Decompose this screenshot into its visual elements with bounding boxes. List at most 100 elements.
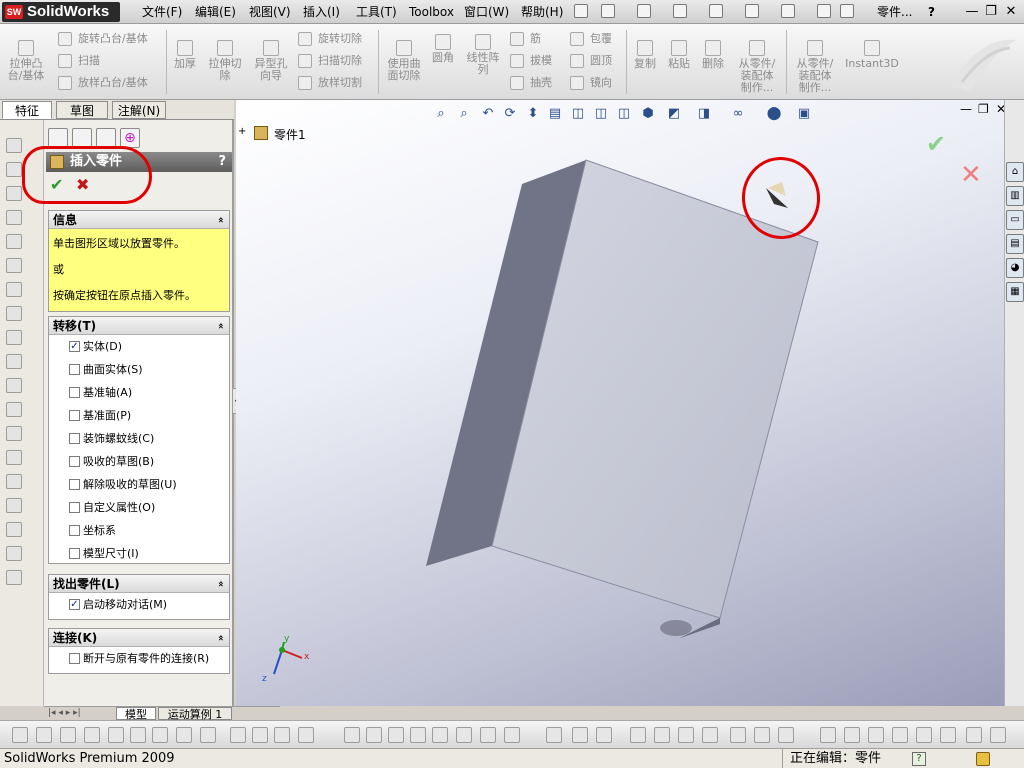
checkbox[interactable] bbox=[69, 548, 80, 559]
hidden-lines-icon[interactable] bbox=[940, 727, 956, 743]
link-group-header[interactable]: 连接(K) « bbox=[49, 629, 229, 647]
wrap-button[interactable]: 包覆 bbox=[570, 32, 612, 46]
wireframe-icon[interactable] bbox=[916, 727, 932, 743]
transfer-surface-checkbox[interactable]: 曲面实体(S) bbox=[49, 358, 229, 381]
restore-button[interactable]: ❐ bbox=[982, 3, 1000, 20]
collapse-icon[interactable]: « bbox=[211, 217, 229, 223]
transfer-coord-system-checkbox[interactable]: 坐标系 bbox=[49, 519, 229, 542]
transfer-model-dims-checkbox[interactable]: 模型尺寸(I) bbox=[49, 542, 229, 565]
helix-icon[interactable] bbox=[6, 570, 22, 585]
options-icon[interactable] bbox=[840, 4, 854, 18]
show-icon[interactable] bbox=[844, 727, 860, 743]
shadow-icon[interactable] bbox=[990, 727, 1006, 743]
surface-finish-icon[interactable] bbox=[84, 727, 100, 743]
checkbox[interactable] bbox=[69, 433, 80, 444]
vertical-dim-icon[interactable] bbox=[388, 727, 404, 743]
close-button[interactable]: ✕ bbox=[1002, 3, 1020, 20]
draft-icon[interactable] bbox=[6, 354, 22, 369]
rebuild-icon[interactable] bbox=[817, 4, 831, 18]
geometry-analysis-icon[interactable] bbox=[702, 727, 718, 743]
tab-sketch[interactable]: 草图 bbox=[56, 101, 108, 119]
instant3d-button[interactable]: Instant3D bbox=[844, 40, 900, 70]
mirror-button[interactable]: 镜向 bbox=[570, 76, 612, 90]
minimize-button[interactable]: — bbox=[963, 3, 981, 20]
hole-wizard-button[interactable]: 异型孔 向导 bbox=[250, 40, 292, 82]
weld-symbol-icon[interactable] bbox=[200, 727, 216, 743]
horizontal-dim-icon[interactable] bbox=[366, 727, 382, 743]
checkbox[interactable] bbox=[69, 387, 80, 398]
property-manager-tab-icon[interactable] bbox=[72, 128, 92, 148]
dimxpert-tab-icon[interactable]: ⊕ bbox=[120, 128, 140, 148]
balloon-icon[interactable] bbox=[60, 727, 76, 743]
loft-cut-button[interactable]: 放样切割 bbox=[298, 76, 362, 90]
save-icon[interactable] bbox=[673, 4, 687, 18]
spell-check-icon[interactable] bbox=[12, 727, 28, 743]
section-properties-icon[interactable] bbox=[596, 727, 612, 743]
fix-icon[interactable] bbox=[480, 727, 496, 743]
undercut-icon[interactable] bbox=[754, 727, 770, 743]
pattern-icon[interactable] bbox=[6, 450, 22, 465]
layer-icon[interactable] bbox=[298, 727, 314, 743]
shell-icon[interactable] bbox=[6, 330, 22, 345]
transfer-absorbed-sketch-checkbox[interactable]: 吸收的草图(B) bbox=[49, 450, 229, 473]
checkbox[interactable] bbox=[69, 502, 80, 513]
menu-window[interactable]: 窗口(W) bbox=[464, 4, 509, 20]
mass-properties-icon[interactable] bbox=[572, 727, 588, 743]
start-move-dialog-checkbox[interactable]: ✓ 启动移动对话(M) bbox=[49, 593, 229, 616]
appearances-icon[interactable]: ◕ bbox=[1006, 258, 1024, 278]
linear-pattern-button[interactable]: 线性阵 列 bbox=[462, 34, 504, 76]
wrap-icon[interactable] bbox=[6, 474, 22, 489]
sweep-icon[interactable] bbox=[6, 186, 22, 201]
sweep-button[interactable]: 扫描 bbox=[58, 54, 100, 68]
checkbox-checked[interactable]: ✓ bbox=[69, 341, 80, 352]
cosmetic-thread-icon[interactable] bbox=[176, 727, 192, 743]
relations-icon[interactable] bbox=[504, 727, 520, 743]
rib-button[interactable]: 筋 bbox=[510, 32, 541, 46]
chamfer-icon[interactable] bbox=[6, 282, 22, 297]
revolve-icon[interactable] bbox=[6, 162, 22, 177]
rebuild-status-icon[interactable] bbox=[976, 752, 990, 766]
transfer-plane-checkbox[interactable]: 基准面(P) bbox=[49, 404, 229, 427]
extrude-cut-button[interactable]: 拉伸切 除 bbox=[205, 40, 245, 82]
revolve-cut-button[interactable]: 旋转切除 bbox=[298, 32, 362, 46]
extrude-icon[interactable] bbox=[6, 138, 22, 153]
pm-help-button[interactable]: ? bbox=[218, 152, 226, 172]
tab-model[interactable]: 模型 bbox=[116, 707, 156, 721]
graphics-area[interactable]: + 零件1 ⌕ ⌕ ↶ ⟳ ⬍ ▤ ◫ ◫ ◫ ⬢ ◩ ◨ ∞ ⬤ ▣ — ❐ … bbox=[236, 100, 1006, 706]
menu-file[interactable]: 文件(F) bbox=[142, 4, 182, 20]
custom-properties-icon[interactable]: ▦ bbox=[1006, 282, 1024, 302]
design-library-icon[interactable]: ▥ bbox=[1006, 186, 1024, 206]
sum-icon[interactable] bbox=[152, 727, 168, 743]
collapse-icon[interactable]: « bbox=[211, 323, 229, 329]
ordinate-dim-icon[interactable] bbox=[410, 727, 426, 743]
checkbox-checked[interactable]: ✓ bbox=[69, 599, 80, 610]
checkbox[interactable] bbox=[69, 479, 80, 490]
view-palette-icon[interactable]: ▤ bbox=[1006, 234, 1024, 254]
checkbox[interactable] bbox=[69, 653, 80, 664]
check-icon[interactable] bbox=[678, 727, 694, 743]
shaded-icon[interactable] bbox=[892, 727, 908, 743]
print-icon[interactable] bbox=[709, 4, 723, 18]
center-mark-icon[interactable] bbox=[230, 727, 246, 743]
select-arrow-icon[interactable] bbox=[781, 4, 795, 18]
measure-icon[interactable] bbox=[546, 727, 562, 743]
transfer-axis-checkbox[interactable]: 基准轴(A) bbox=[49, 381, 229, 404]
shell-button[interactable]: 抽壳 bbox=[510, 76, 552, 90]
collapse-icon[interactable]: « bbox=[211, 635, 229, 641]
sweep-cut-button[interactable]: 扫描切除 bbox=[298, 54, 362, 68]
menu-tools[interactable]: 工具(T) bbox=[356, 4, 397, 20]
curves-icon[interactable] bbox=[6, 522, 22, 537]
sensor-icon[interactable] bbox=[630, 727, 646, 743]
draft-button[interactable]: 拔模 bbox=[510, 54, 552, 68]
transfer-unabsorbed-sketch-checkbox[interactable]: 解除吸收的草图(U) bbox=[49, 473, 229, 496]
reference-geometry-icon[interactable] bbox=[6, 498, 22, 513]
configuration-manager-tab-icon[interactable] bbox=[96, 128, 116, 148]
dome-button[interactable]: 圆顶 bbox=[570, 54, 612, 68]
hole-icon[interactable] bbox=[6, 378, 22, 393]
loft-boss-button[interactable]: 放样凸台/基体 bbox=[58, 76, 148, 90]
draft-analysis-icon[interactable] bbox=[730, 727, 746, 743]
note-icon[interactable] bbox=[36, 727, 52, 743]
delete-button[interactable]: 删除 bbox=[698, 40, 728, 70]
rib-icon[interactable] bbox=[6, 306, 22, 321]
perspective-icon[interactable] bbox=[966, 727, 982, 743]
